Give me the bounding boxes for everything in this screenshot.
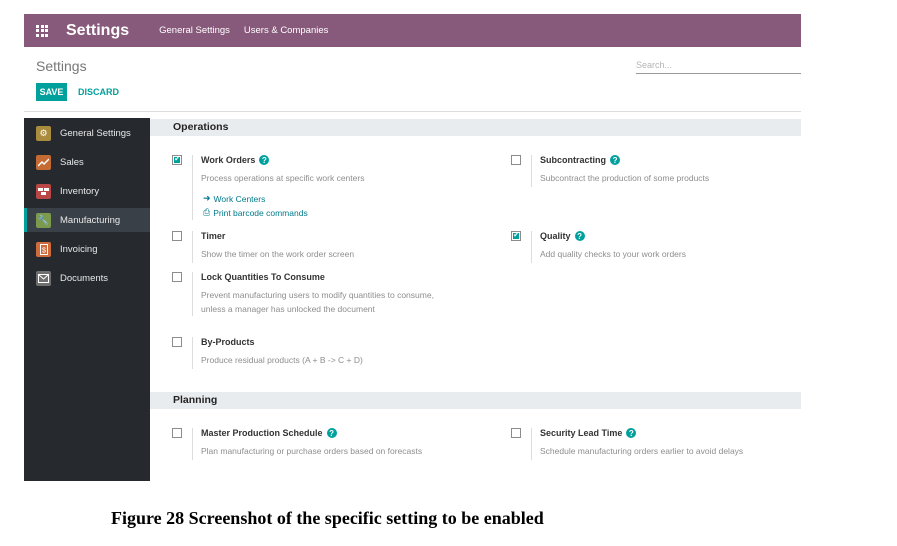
work-orders-label: Work Orders [201,155,256,165]
page-title: Settings [36,58,87,74]
setting-body: Master Production Schedule ? Plan manufa… [201,428,422,458]
work-centers-link-label: Work Centers [213,193,266,204]
setting-divider [192,231,193,263]
setting-title: By-Products [201,337,363,347]
settings-content: Operations Work Orders ? Process operati… [150,118,801,481]
timer-checkbox[interactable] [172,231,182,241]
chart-icon [36,154,51,170]
setting-title: Lock Quantities To Consume [201,272,434,282]
quality-checkbox[interactable] [511,230,521,241]
quality-label: Quality [540,231,571,241]
setting-divider [192,272,193,316]
setting-description: Produce residual products (A + B -> C + … [201,355,363,365]
setting-body: Security Lead Time ? Schedule manufactur… [540,428,743,458]
sidebar-item-general-settings[interactable]: ⚙ General Settings [24,121,150,145]
setting-divider [531,428,532,460]
help-icon[interactable]: ? [610,155,621,165]
lock-quantities-checkbox[interactable] [172,272,182,282]
subcontracting-checkbox[interactable] [511,155,521,165]
setting-description-line: Prevent manufacturing users to modify qu… [201,290,434,300]
sidebar-item-documents[interactable]: Documents [24,266,150,290]
help-icon[interactable]: ? [326,428,337,438]
sidebar-item-label: Invoicing [60,243,98,255]
setting-title: Security Lead Time ? [540,428,743,438]
setting-divider [531,155,532,187]
sidebar-item-label: General Settings [60,127,131,139]
section-title-planning: Planning [150,392,801,409]
setting-divider [531,231,532,263]
help-icon[interactable]: ? [259,155,270,165]
print-barcode-link-label: Print barcode commands [213,207,308,218]
help-icon[interactable]: ? [574,231,585,241]
wrench-icon: 🔧 [36,212,51,228]
by-products-label: By-Products [201,337,255,347]
sidebar-item-label: Documents [60,272,109,284]
odoo-settings-window: Settings General Settings Users & Compan… [24,14,801,481]
setting-title: Timer [201,231,354,241]
security-lead-time-label: Security Lead Time [540,428,623,438]
setting-divider [192,428,193,460]
mps-label: Master Production Schedule [201,428,323,438]
print-barcode-link[interactable]: ⎙ Print barcode commands [201,207,364,218]
control-panel-divider [24,111,801,112]
security-lead-time-checkbox[interactable] [511,428,521,438]
menu-general-settings[interactable]: General Settings [159,25,230,36]
sidebar-item-label: Manufacturing [60,214,121,226]
setting-description: Prevent manufacturing users to modify qu… [201,288,434,316]
setting-title: Work Orders ? [201,155,364,165]
subcontracting-label: Subcontracting [540,155,607,165]
gear-icon: ⚙ [36,125,51,141]
work-centers-link[interactable]: ➜ Work Centers [201,193,364,204]
sidebar-item-sales[interactable]: Sales [24,150,150,174]
printer-icon: ⎙ [203,207,211,217]
sidebar-item-label: Inventory [60,185,100,197]
svg-text:$: $ [42,247,46,254]
work-orders-checkbox[interactable] [172,154,182,165]
setting-body: Work Orders ? Process operations at spec… [201,155,364,218]
setting-body: Timer Show the timer on the work order s… [201,231,354,261]
app-title: Settings [66,21,130,39]
setting-divider [192,155,193,220]
figure-caption: Figure 28 Screenshot of the specific set… [111,508,544,528]
sidebar-item-label: Sales [60,156,84,168]
timer-label: Timer [201,231,226,241]
by-products-checkbox[interactable] [172,337,182,347]
section-title-operations: Operations [150,119,801,136]
top-navbar: Settings General Settings Users & Compan… [24,14,801,47]
setting-description: Add quality checks to your work orders [540,249,686,259]
lock-quantities-label: Lock Quantities To Consume [201,272,325,282]
setting-description: Show the timer on the work order screen [201,249,355,259]
setting-description: Schedule manufacturing orders earlier to… [540,446,744,456]
sidebar-item-inventory[interactable]: Inventory [24,179,150,203]
setting-body: Subcontracting ? Subcontract the product… [540,155,709,185]
menu-users-companies[interactable]: Users & Companies [244,25,328,36]
settings-sidebar: ⚙ General Settings Sales Inventory 🔧 Man… [24,118,150,481]
setting-divider [192,337,193,369]
sidebar-item-invoicing[interactable]: $ Invoicing [24,237,150,261]
search-input[interactable] [636,57,801,74]
mps-checkbox[interactable] [172,428,182,438]
setting-body: Quality ? Add quality checks to your wor… [540,231,686,261]
setting-description-line: unless a manager has unlocked the docume… [201,304,375,314]
setting-title: Master Production Schedule ? [201,428,422,438]
boxes-icon [36,183,51,199]
help-icon[interactable]: ? [626,428,637,438]
setting-body: Lock Quantities To Consume Prevent manuf… [201,272,434,316]
setting-title: Quality ? [540,231,686,241]
setting-description: Subcontract the production of some produ… [540,173,710,183]
setting-description: Process operations at specific work cent… [201,173,365,183]
setting-body: By-Products Produce residual products (A… [201,337,363,367]
documents-icon [36,270,51,286]
save-button[interactable]: SAVE [36,83,67,101]
setting-description: Plan manufacturing or purchase orders ba… [201,446,423,456]
arrow-right-icon: ➜ [203,193,211,203]
sidebar-item-manufacturing[interactable]: 🔧 Manufacturing [24,208,150,232]
invoice-icon: $ [36,241,51,257]
apps-grid-icon[interactable] [36,24,48,37]
discard-button[interactable]: DISCARD [78,83,119,101]
setting-title: Subcontracting ? [540,155,709,165]
